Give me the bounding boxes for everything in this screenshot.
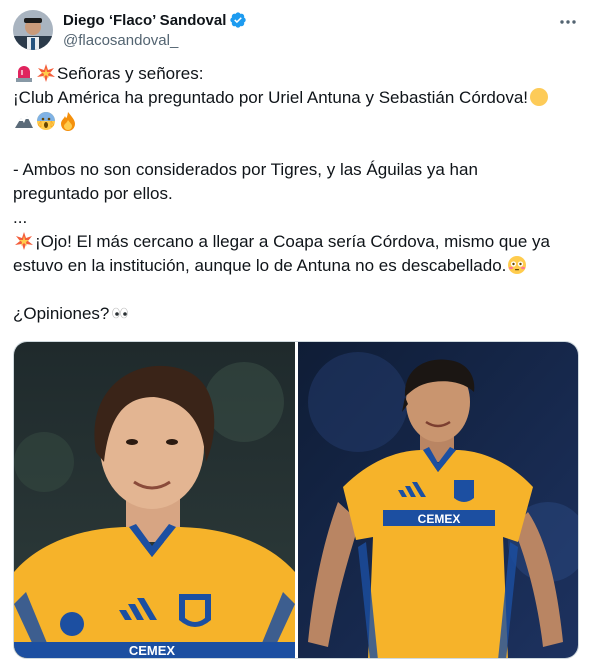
avatar[interactable]	[13, 10, 53, 50]
tweet-header: Diego ‘Flaco’ Sandoval @flacosandoval_	[13, 8, 583, 52]
tweet-line-text: ¡Ojo! El más cercano a llegar a Coapa se…	[35, 232, 550, 251]
tweet-line-text: ¿Opiniones?	[13, 304, 110, 323]
screaming-face-icon	[37, 112, 55, 130]
photo-left[interactable]: CEMEX	[14, 342, 295, 658]
tweet-line	[13, 110, 583, 134]
avatar-image	[13, 10, 53, 50]
fire-icon	[61, 112, 75, 131]
tweet-line-text: Señoras y señores:	[57, 64, 204, 83]
player-photo-antuna: CEMEX	[297, 342, 578, 658]
tweet-line: estuvo en la institución, aunque lo de A…	[13, 254, 583, 278]
author-handle[interactable]: @flacosandoval_	[63, 32, 247, 52]
sponsor-text: CEMEX	[129, 643, 176, 658]
tweet-card: Diego ‘Flaco’ Sandoval @flacosandoval_ S…	[0, 0, 594, 667]
player-photo-cordova: CEMEX	[14, 342, 295, 658]
tweet-media[interactable]: CEMEX CEMEX	[13, 341, 579, 659]
tweet-line-text: ¡Club América ha preguntado por Uriel An…	[13, 88, 529, 107]
author-display-name[interactable]: Diego ‘Flaco’ Sandoval	[63, 12, 226, 29]
tweet-line: ¡Club América ha preguntado por Uriel An…	[13, 86, 583, 110]
tweet-line-text: preguntado por ellos.	[13, 184, 173, 203]
sponsor-text: CEMEX	[417, 512, 460, 526]
tweet-line: ...	[13, 206, 583, 230]
tweet-line-text: estuvo en la institución, aunque lo de A…	[13, 256, 507, 275]
tweet-line-text: ...	[13, 208, 28, 227]
tweet-line-text: - Ambos no son considerados por Tigres, …	[13, 160, 478, 179]
yellow-circle-icon	[530, 88, 549, 106]
tweet-line: - Ambos no son considerados por Tigres, …	[13, 158, 583, 182]
collision-icon	[37, 64, 55, 82]
tweet-line: preguntado por ellos.	[13, 182, 583, 206]
author-info: Diego ‘Flaco’ Sandoval @flacosandoval_	[63, 10, 247, 52]
eagle-icon	[15, 116, 33, 128]
more-options-icon[interactable]	[557, 12, 579, 32]
verified-badge-icon[interactable]	[229, 11, 247, 29]
flushed-face-icon	[508, 256, 527, 274]
tweet-line: ¡Ojo! El más cercano a llegar a Coapa se…	[13, 230, 583, 254]
tweet-line: Señoras y señores:	[13, 62, 583, 86]
collision-icon	[15, 232, 33, 250]
eyes-icon	[112, 307, 129, 319]
tweet-line: ¿Opiniones?	[13, 302, 583, 326]
photo-right[interactable]: CEMEX	[297, 342, 578, 658]
rotating-light-icon	[16, 66, 32, 82]
tweet-text: Señoras y señores: ¡Club América ha preg…	[13, 62, 583, 326]
